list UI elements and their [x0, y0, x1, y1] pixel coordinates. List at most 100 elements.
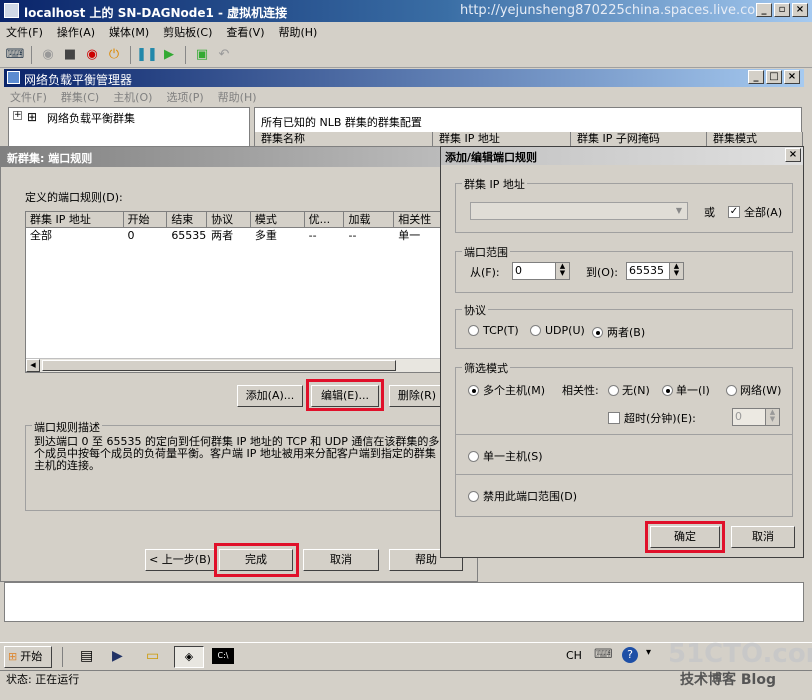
nlb-menu-help[interactable]: 帮助(H)	[218, 89, 257, 105]
finish-button[interactable]: 完成	[219, 549, 293, 571]
spin-arrows-icon[interactable]: ▲ ▼	[669, 263, 683, 279]
nlb-menu-cluster[interactable]: 群集(C)	[61, 89, 99, 105]
all-checkbox[interactable]: ✓	[728, 206, 740, 218]
server-manager-icon[interactable]: ▤	[80, 648, 93, 664]
spin-arrows-icon[interactable]: ▲ ▼	[555, 263, 569, 279]
affinity-network-radio[interactable]	[726, 384, 737, 396]
hdr-protocol[interactable]: 协议	[207, 212, 251, 228]
from-port-stepper[interactable]: 0 ▲ ▼	[512, 262, 570, 280]
restore-button[interactable]: ▫	[774, 3, 790, 17]
all-checkbox-row[interactable]: ✓ 全部(A)	[728, 204, 782, 220]
cell-mode: 多重	[254, 229, 277, 242]
help-icon[interactable]: ?	[622, 647, 638, 663]
tcp-radio-row[interactable]: TCP(T)	[468, 324, 519, 337]
scroll-thumb[interactable]	[42, 360, 396, 371]
nlb-maximize-button[interactable]: □	[766, 70, 782, 84]
hdr-affinity[interactable]: 相关性	[394, 212, 444, 228]
close-button[interactable]: ×	[792, 3, 808, 17]
tree-root-label[interactable]: 网络负载平衡群集	[47, 110, 135, 126]
timeout-stepper[interactable]: 0 ▲ ▼	[732, 408, 780, 426]
menu-file[interactable]: 文件(F)	[6, 24, 43, 40]
affinity-none-radio[interactable]	[608, 384, 619, 396]
menu-view[interactable]: 查看(V)	[226, 24, 264, 40]
spin-arrows-icon[interactable]: ▲ ▼	[765, 409, 779, 425]
start-icon[interactable]: ◉	[39, 46, 57, 64]
nlb-title-bar: 网络负载平衡管理器 _ □ ×	[4, 69, 804, 87]
hdr-cluster-ip[interactable]: 群集 IP 地址	[26, 212, 124, 228]
pause-icon[interactable]: ❚❚	[136, 46, 158, 64]
menu-action[interactable]: 操作(A)	[57, 24, 95, 40]
ctrl-alt-del-icon[interactable]: ⌨	[6, 46, 25, 64]
disable-radio-row[interactable]: 禁用此端口范围(D)	[468, 488, 577, 504]
hdr-load[interactable]: 加载	[344, 212, 395, 228]
nlb-menu-bar: 文件(F) 群集(C) 主机(O) 选项(P) 帮助(H)	[4, 88, 804, 106]
turn-off-icon[interactable]: ■	[61, 46, 79, 64]
timeout-checkbox-row[interactable]: 超时(分钟)(E):	[608, 410, 696, 426]
chevron-down-icon[interactable]: ▼	[672, 204, 686, 218]
both-radio-row[interactable]: 两者(B)	[592, 324, 645, 340]
single-host-label: 单一主机(S)	[483, 450, 543, 463]
snapshot-icon[interactable]: ▣	[193, 46, 211, 64]
to-label: 到(O):	[586, 266, 618, 279]
table-row[interactable]: 全部 0 65535 两者 多重 -- -- 单一	[26, 228, 444, 243]
revert-icon[interactable]: ↶	[215, 46, 233, 64]
udp-radio-row[interactable]: UDP(U)	[530, 324, 585, 337]
nlb-menu-file[interactable]: 文件(F)	[10, 89, 47, 105]
disable-range-radio[interactable]	[468, 490, 479, 502]
udp-radio[interactable]	[530, 325, 541, 336]
explorer-icon[interactable]: ▭	[146, 648, 159, 664]
shutdown-icon[interactable]: ◉	[83, 46, 101, 64]
affinity-single-radio[interactable]	[662, 384, 673, 396]
affinity-single-label: 单一(I)	[676, 384, 710, 397]
single-host-radio[interactable]	[468, 450, 479, 462]
hdr-start[interactable]: 开始	[123, 212, 168, 228]
scroll-left-icon[interactable]: ◀	[26, 359, 40, 372]
nlb-task-icon[interactable]: ◈	[174, 646, 204, 668]
wizard-cancel-button[interactable]: 取消	[303, 549, 379, 571]
disable-range-label: 禁用此端口范围(D)	[483, 490, 578, 503]
affinity-network-row[interactable]: 网络(W)	[726, 382, 781, 398]
hdr-mode[interactable]: 模式	[250, 212, 305, 228]
affinity-network-label: 网络(W)	[740, 384, 782, 397]
resume-icon[interactable]: ▶	[160, 46, 178, 64]
wizard-title: 新群集: 端口规则	[7, 152, 93, 165]
hdr-priority[interactable]: 优...	[304, 212, 345, 228]
nlb-minimize-button[interactable]: _	[748, 70, 764, 84]
port-rules-list[interactable]: 群集 IP 地址 开始 结束 协议 模式 优... 加载 相关性 全部 0 65…	[25, 211, 445, 373]
keyboard-icon[interactable]: ⌨	[594, 647, 613, 662]
nlb-menu-options[interactable]: 选项(P)	[166, 89, 203, 105]
tray-menu-icon[interactable]: ▾	[646, 647, 651, 658]
multi-host-radio-row[interactable]: 多个主机(M)	[468, 382, 545, 398]
menu-media[interactable]: 媒体(M)	[109, 24, 149, 40]
affinity-none-row[interactable]: 无(N)	[608, 382, 650, 398]
powershell-icon[interactable]: ▶	[112, 648, 123, 664]
nlb-menu-host[interactable]: 主机(O)	[113, 89, 152, 105]
menu-help[interactable]: 帮助(H)	[278, 24, 317, 40]
dialog-close-button[interactable]: ×	[785, 148, 801, 162]
edit-rule-button[interactable]: 编辑(E)...	[311, 385, 379, 407]
add-rule-button[interactable]: 添加(A)...	[237, 385, 303, 407]
cluster-ip-select[interactable]: ▼	[470, 202, 688, 220]
ok-button[interactable]: 确定	[650, 526, 720, 548]
dialog-cancel-button[interactable]: 取消	[731, 526, 795, 548]
both-radio[interactable]	[592, 326, 603, 338]
single-host-radio-row[interactable]: 单一主机(S)	[468, 448, 543, 464]
horizontal-scrollbar[interactable]: ◀	[26, 358, 444, 372]
menu-clipboard[interactable]: 剪贴板(C)	[163, 24, 212, 40]
cmd-icon[interactable]: C:\	[212, 648, 234, 664]
tcp-radio[interactable]	[468, 325, 479, 336]
timeout-checkbox[interactable]	[608, 412, 620, 424]
hdr-end[interactable]: 结束	[167, 212, 208, 228]
affinity-single-row[interactable]: 单一(I)	[662, 382, 710, 398]
back-button[interactable]: < 上一步(B)	[145, 549, 215, 571]
expand-icon[interactable]: +	[13, 111, 22, 120]
both-label: 两者(B)	[607, 326, 646, 339]
minimize-button[interactable]: _	[756, 3, 772, 17]
multi-host-radio[interactable]	[468, 384, 479, 396]
language-indicator[interactable]: CH	[566, 649, 582, 662]
nlb-close-button[interactable]: ×	[784, 70, 800, 84]
to-port-stepper[interactable]: 65535 ▲ ▼	[626, 262, 684, 280]
remove-rule-button[interactable]: 删除(R)	[389, 385, 445, 407]
start-button[interactable]: ⊞ 开始	[4, 646, 52, 668]
save-icon[interactable]: ⏻	[105, 46, 123, 64]
